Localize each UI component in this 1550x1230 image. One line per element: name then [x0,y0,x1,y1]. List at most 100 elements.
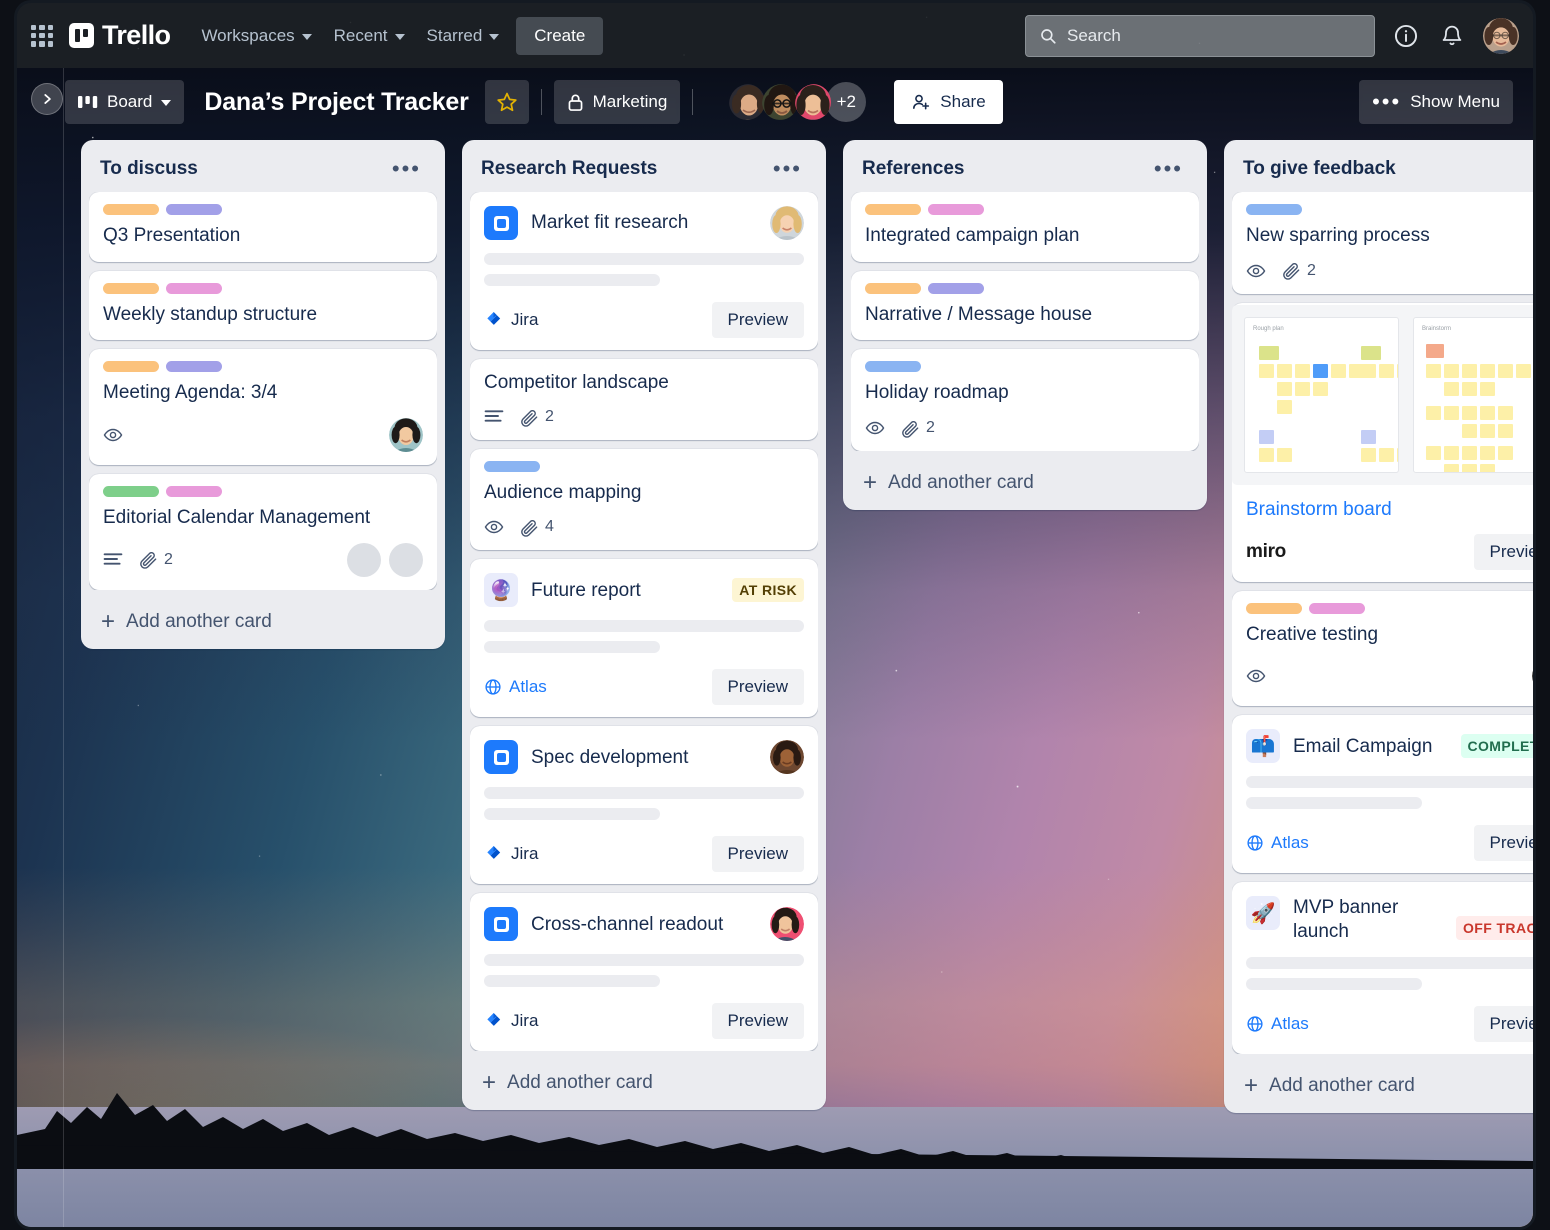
show-menu-button[interactable]: ••• Show Menu [1359,80,1513,124]
watch-eye-icon [1246,261,1266,281]
label-green[interactable] [103,486,159,498]
card-labels [103,204,423,215]
status-badge: COMPLETED [1460,734,1533,759]
search-input[interactable]: Search [1025,14,1375,57]
list-actions-icon[interactable]: ••• [386,158,427,180]
avatar[interactable] [770,907,804,942]
status-badge: OFF TRACK [1456,916,1533,941]
label-orange[interactable] [103,361,159,373]
label-orange[interactable] [1246,602,1302,614]
card-title: Future report [531,579,641,601]
show-menu-label: Show Menu [1410,92,1500,111]
user-avatar[interactable] [1483,17,1519,54]
card-title: Holiday roadmap [865,382,1009,404]
card-integrated-campaign-plan[interactable]: Integrated campaign plan [851,192,1199,262]
card-editorial-calendar-management[interactable]: Editorial Calendar Management 2 [89,474,437,590]
preview-button[interactable]: Preview [1473,533,1533,570]
bell-icon[interactable] [1437,21,1467,51]
description-icon [484,409,504,425]
create-button[interactable]: Create [516,16,604,55]
avatar-placeholder[interactable] [389,542,423,577]
label-pink[interactable] [166,486,222,498]
label-orange[interactable] [103,282,159,294]
label-pink[interactable] [928,204,984,215]
preview-button[interactable]: Preview [1473,1005,1533,1042]
atlas-provider: Atlas [1246,833,1309,853]
label-blue[interactable] [865,361,921,373]
card-q3-presentation[interactable]: Q3 Presentation [89,192,437,262]
preview-button[interactable]: Preview [711,302,804,338]
add-another-card-button[interactable]: + Add another card [1232,1060,1533,1113]
preview-button[interactable]: Preview [1473,825,1533,862]
card-narrative-message-house[interactable]: Narrative / Message house [851,270,1199,341]
list-actions-icon[interactable]: ••• [767,158,808,180]
plus-icon: + [1244,1071,1259,1099]
label-purple[interactable] [928,282,984,294]
attachment-count: 4 [545,518,554,536]
card-title[interactable]: Brainstorm board [1246,499,1533,521]
provider-name: Atlas [1271,1013,1309,1033]
nav-item-recent[interactable]: Recent [323,19,416,53]
share-button[interactable]: Share [894,80,1003,124]
card-mvp-banner-launch[interactable]: 🚀 MVP banner launch OFF TRACK Atl [1232,882,1533,1054]
nav-item-starred[interactable]: Starred [416,19,511,53]
card-market-fit-research[interactable]: Market fit research Jira Preview [470,192,818,350]
preview-button[interactable]: Preview [711,836,804,873]
trello-logo[interactable]: Trello [63,16,176,55]
smart-card-header: 🚀 MVP banner launch OFF TRACK [1246,896,1533,944]
add-another-card-button[interactable]: + Add another card [851,457,1199,510]
label-pink[interactable] [1309,602,1365,614]
label-blue[interactable] [484,460,540,472]
card-competitor-landscape[interactable]: Competitor landscape 2 [470,359,818,440]
skeleton-line [484,954,804,967]
card-email-campaign[interactable]: 📫 Email Campaign COMPLETED Atlas [1232,715,1533,874]
board-view-switcher[interactable]: Board [65,80,185,124]
avatar[interactable] [389,418,423,453]
label-blue[interactable] [1246,204,1302,215]
label-purple[interactable] [166,361,222,373]
preview-button[interactable]: Preview [711,1003,804,1040]
avatar-placeholder[interactable] [347,542,381,577]
label-purple[interactable] [166,204,222,215]
miro-board-thumbnail: Rough plan Brainstorm [1232,304,1533,485]
info-circle-icon[interactable] [1391,21,1421,51]
add-another-card-button[interactable]: + Add another card [470,1057,818,1110]
add-another-card-button[interactable]: + Add another card [89,596,437,649]
card-new-sparring-process[interactable]: New sparring process 2 [1232,192,1533,294]
avatar[interactable] [1532,659,1533,694]
card-audience-mapping[interactable]: Audience mapping 4 [470,448,818,551]
card-weekly-standup-structure[interactable]: Weekly standup structure [89,270,437,341]
skeleton-line [484,641,660,654]
atlas-icon [1247,835,1263,851]
expand-sidebar-button[interactable] [31,83,63,115]
avatar[interactable] [770,740,804,775]
label-orange[interactable] [865,282,921,294]
card-creative-testing[interactable]: Creative testing [1232,590,1533,707]
card-future-report[interactable]: 🔮 Future report AT RISK Atlas Preview [470,559,818,718]
board-visibility-button[interactable]: Marketing [553,80,681,124]
attachment-count: 2 [1307,261,1316,279]
label-orange[interactable] [865,204,921,215]
card-meeting-agenda[interactable]: Meeting Agenda: 3/4 [89,349,437,466]
skeleton-line [484,787,804,800]
star-board-button[interactable] [484,80,529,124]
label-orange[interactable] [103,204,159,215]
list-actions-icon[interactable]: ••• [1148,158,1189,180]
jira-icon [487,312,501,325]
apps-grid-icon[interactable] [27,21,57,51]
rocket-icon: 🚀 [1246,896,1280,931]
card-labels [865,361,1185,373]
preview-button[interactable]: Preview [711,669,804,706]
avatar[interactable] [770,206,804,240]
card-spec-development[interactable]: Spec development Jira Preview [470,726,818,885]
label-pink[interactable] [166,282,222,294]
add-card-label: Add another card [888,472,1034,494]
nav-item-workspaces[interactable]: Workspaces [190,19,322,53]
avatar[interactable] [793,82,833,122]
list-header: Research Requests ••• [470,148,818,192]
search-placeholder: Search [1067,25,1121,45]
smart-card-footer: Atlas Preview [1246,1005,1533,1042]
card-cross-channel-readout[interactable]: Cross-channel readout Jira Preview [470,893,818,1052]
card-holiday-roadmap[interactable]: Holiday roadmap 2 [851,349,1199,452]
card-brainstorm-board[interactable]: Rough plan Brainstorm Brainstorm board m… [1232,302,1533,582]
